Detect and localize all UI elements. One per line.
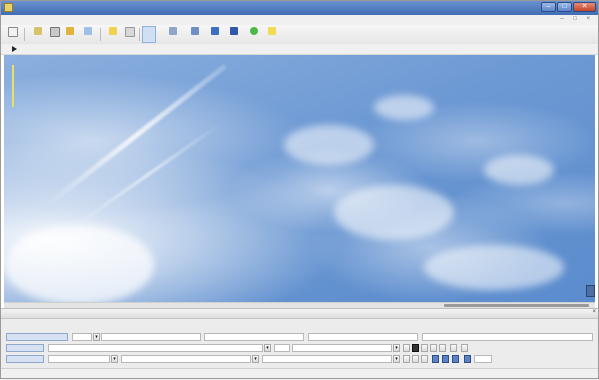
blue-option-icon[interactable] <box>452 355 459 363</box>
value-field[interactable] <box>101 333 201 341</box>
font-field[interactable] <box>48 344 263 352</box>
insertion-marker <box>12 65 14 107</box>
maximize-button[interactable]: □ <box>557 2 572 12</box>
align-icon[interactable] <box>421 344 428 352</box>
minimize-button[interactable]: – <box>541 2 556 12</box>
copy-icon <box>84 27 92 35</box>
folder-icon <box>109 27 117 35</box>
panel-row: ▾ ▾ ▾ <box>6 355 593 364</box>
toolbar-button-grid[interactable] <box>226 26 242 43</box>
sky-cloud <box>334 185 454 240</box>
dropdown-arrow-icon[interactable]: ▾ <box>252 355 259 363</box>
value-field[interactable] <box>204 333 304 341</box>
toolbar-button-layers[interactable] <box>207 26 223 43</box>
toolbar-separator <box>139 28 140 41</box>
dropdown-arrow-icon[interactable]: ▾ <box>264 344 271 352</box>
new-file-icon <box>8 27 18 37</box>
layers-icon <box>211 27 219 35</box>
underline-icon[interactable] <box>439 344 446 352</box>
option-icon[interactable] <box>450 344 457 352</box>
close-button[interactable]: ✕ <box>573 2 596 12</box>
green-dot-icon <box>250 27 258 35</box>
panel-close-button[interactable]: × <box>592 309 596 315</box>
toolbar-button-open[interactable] <box>30 26 46 43</box>
title-bar: – □ ✕ <box>0 0 599 15</box>
value-field[interactable] <box>292 344 392 352</box>
toolbar-button-paste[interactable] <box>121 26 137 43</box>
toolbar-button-wand[interactable] <box>62 26 78 43</box>
option-icon[interactable] <box>461 344 468 352</box>
align-left-icon[interactable] <box>403 344 410 352</box>
toolbar-separator <box>100 28 101 41</box>
toolbar-selected-highlight <box>142 26 156 43</box>
value-field[interactable] <box>121 355 251 363</box>
option-icon[interactable] <box>421 355 428 363</box>
toolbar-button-folder[interactable] <box>105 26 121 43</box>
value-field[interactable] <box>262 355 392 363</box>
dropdown-arrow-icon[interactable]: ▾ <box>111 355 118 363</box>
open-folder-icon <box>34 27 42 35</box>
sky-cloud <box>484 155 554 185</box>
toolbar-button-yellow[interactable] <box>264 26 280 43</box>
toolbar <box>0 25 599 45</box>
bold-icon[interactable] <box>412 344 419 352</box>
sky-contrail <box>73 122 223 228</box>
grid-icon <box>230 27 238 35</box>
step-back-icon[interactable] <box>403 355 410 363</box>
menu-bar: – □ × <box>0 15 599 25</box>
toolbar-button-new[interactable] <box>4 26 20 43</box>
sky-cloud <box>424 245 564 290</box>
yellow-box-icon <box>268 27 276 35</box>
blue-option-icon[interactable] <box>464 355 471 363</box>
value-field[interactable] <box>308 333 418 341</box>
value-field[interactable] <box>474 355 492 363</box>
row-label <box>6 355 44 363</box>
step-forward-icon[interactable] <box>412 355 419 363</box>
toolbar-separator <box>24 28 25 41</box>
chart-icon <box>191 27 199 35</box>
toolbar-button-copy[interactable] <box>80 26 96 43</box>
panel-row: ▾ <box>6 333 593 342</box>
scrollbar-thumb[interactable] <box>444 304 589 307</box>
dropdown-arrow-icon[interactable]: ▾ <box>393 344 400 352</box>
toolbar-button-chart[interactable] <box>187 26 203 43</box>
value-field[interactable] <box>48 355 110 363</box>
label-field <box>274 344 290 352</box>
play-icon[interactable] <box>12 46 17 52</box>
italic-icon[interactable] <box>430 344 437 352</box>
blue-option-icon[interactable] <box>432 355 439 363</box>
sky-cloud <box>284 125 374 165</box>
properties-panel: × ▾ ▾ ▾ ▾ ▾ ▾ <box>0 308 599 369</box>
app-icon <box>4 3 13 12</box>
toolbar-button-image[interactable] <box>165 26 181 43</box>
sky-cloud <box>374 95 434 120</box>
dropdown-arrow-icon[interactable]: ▾ <box>93 333 100 341</box>
wand-icon <box>66 27 74 35</box>
navigator-icon[interactable] <box>586 285 595 297</box>
color-swatch[interactable] <box>72 333 92 341</box>
panel-header: × <box>0 309 599 319</box>
sky-cloud <box>4 225 154 302</box>
row-label <box>6 333 68 341</box>
value-field[interactable] <box>422 333 593 341</box>
mdi-window-controls[interactable]: – □ × <box>560 16 594 22</box>
status-bar <box>0 368 599 380</box>
image-viewport[interactable] <box>4 55 595 302</box>
paste-icon <box>125 27 135 37</box>
row-label <box>6 344 44 352</box>
toolbar-button-save[interactable] <box>46 26 62 43</box>
secondary-toolbar <box>0 44 599 55</box>
panel-row: ▾ ▾ <box>6 344 593 353</box>
toolbar-button-green[interactable] <box>246 26 262 43</box>
blue-option-icon[interactable] <box>442 355 449 363</box>
save-icon <box>50 27 60 37</box>
dropdown-arrow-icon[interactable]: ▾ <box>393 355 400 363</box>
image-icon <box>169 27 177 35</box>
